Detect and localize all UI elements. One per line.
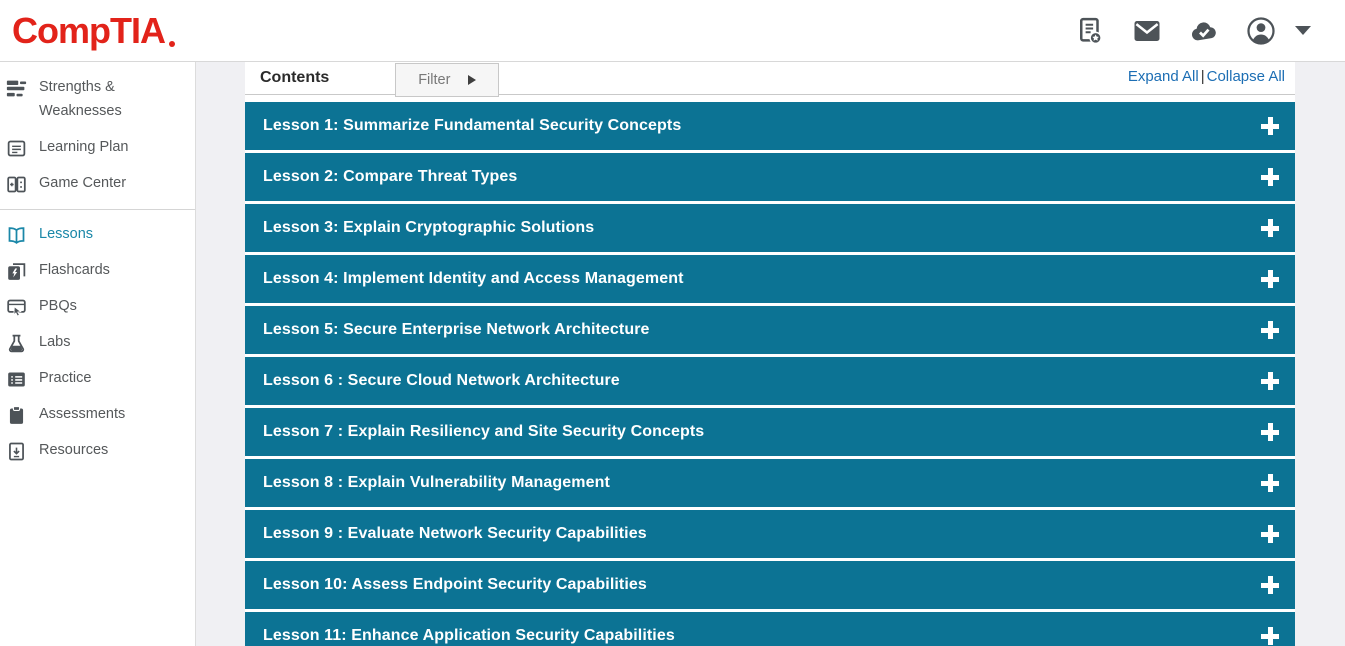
sidebar-item-practice[interactable]: Practice: [0, 361, 195, 397]
lesson-accordion-row[interactable]: Lesson 5: Secure Enterprise Network Arch…: [245, 306, 1295, 354]
page-title: Contents: [260, 69, 329, 87]
caret-right-icon: [468, 75, 476, 85]
sidebar-item-label: Strengths & Weaknesses: [39, 75, 187, 123]
lesson-title: Lesson 3: Explain Cryptographic Solution…: [263, 219, 1261, 237]
lesson-title: Lesson 5: Secure Enterprise Network Arch…: [263, 321, 1261, 339]
lesson-title: Lesson 10: Assess Endpoint Security Capa…: [263, 576, 1261, 594]
plus-icon[interactable]: [1261, 372, 1279, 390]
sidebar-item-label: Game Center: [39, 173, 126, 194]
sidebar-item-label: Flashcards: [39, 260, 110, 281]
sidebar-item-labs[interactable]: Labs: [0, 325, 195, 361]
collapse-all-link[interactable]: Collapse All: [1207, 68, 1285, 85]
sidebar-item-strengths-weaknesses[interactable]: Strengths & Weaknesses: [0, 70, 195, 130]
sidebar-item-label: Learning Plan: [39, 137, 129, 158]
sidebar-nav: Strengths & Weaknesses Learning Plan Gam…: [0, 62, 196, 646]
lesson-accordion-row[interactable]: Lesson 4: Implement Identity and Access …: [245, 255, 1295, 303]
registered-mark: [169, 41, 175, 47]
lessons-accordion: Lesson 1: Summarize Fundamental Security…: [245, 102, 1295, 646]
plus-icon[interactable]: [1261, 627, 1279, 645]
lesson-title: Lesson 11: Enhance Application Security …: [263, 627, 1261, 645]
sidebar-item-game-center[interactable]: Game Center: [0, 166, 195, 202]
mail-icon[interactable]: [1132, 16, 1162, 46]
lesson-accordion-row[interactable]: Lesson 6 : Secure Cloud Network Architec…: [245, 357, 1295, 405]
lesson-accordion-row[interactable]: Lesson 11: Enhance Application Security …: [245, 612, 1295, 646]
filter-button[interactable]: Filter: [395, 63, 499, 97]
plus-icon[interactable]: [1261, 576, 1279, 594]
sidebar-item-label: Assessments: [39, 404, 125, 425]
sidebar-item-assessments[interactable]: Assessments: [0, 397, 195, 433]
expand-all-link[interactable]: Expand All: [1128, 68, 1199, 85]
app-header: CompTIA: [0, 0, 1345, 62]
lesson-accordion-row[interactable]: Lesson 1: Summarize Fundamental Security…: [245, 102, 1295, 150]
pbqs-icon: [6, 297, 27, 318]
plus-icon[interactable]: [1261, 423, 1279, 441]
sidebar-divider: [0, 209, 195, 210]
lesson-accordion-row[interactable]: Lesson 7 : Explain Resiliency and Site S…: [245, 408, 1295, 456]
labs-icon: [6, 333, 27, 354]
page-body: Strengths & Weaknesses Learning Plan Gam…: [0, 62, 1345, 646]
plus-icon[interactable]: [1261, 474, 1279, 492]
sidebar-item-lessons[interactable]: Lessons: [0, 217, 195, 253]
lesson-title: Lesson 4: Implement Identity and Access …: [263, 270, 1261, 288]
strengths-weaknesses-icon: [6, 78, 27, 99]
lesson-title: Lesson 7 : Explain Resiliency and Site S…: [263, 423, 1261, 441]
expand-collapse-links: Expand All | Collapse All: [1128, 68, 1285, 85]
logo-text: CompTIA: [12, 10, 165, 51]
lesson-title: Lesson 9 : Evaluate Network Security Cap…: [263, 525, 1261, 543]
header-icon-group: [1075, 16, 1311, 46]
resources-icon: [6, 441, 27, 462]
report-icon[interactable]: [1075, 16, 1105, 46]
sidebar-item-label: Practice: [39, 368, 91, 389]
sidebar-item-label: PBQs: [39, 296, 77, 317]
plus-icon[interactable]: [1261, 168, 1279, 186]
lesson-accordion-row[interactable]: Lesson 2: Compare Threat Types: [245, 153, 1295, 201]
sidebar-item-resources[interactable]: Resources: [0, 433, 195, 469]
game-center-icon: [6, 174, 27, 195]
plus-icon[interactable]: [1261, 525, 1279, 543]
sidebar-item-label: Labs: [39, 332, 70, 353]
lesson-accordion-row[interactable]: Lesson 10: Assess Endpoint Security Capa…: [245, 561, 1295, 609]
lesson-title: Lesson 6 : Secure Cloud Network Architec…: [263, 372, 1261, 390]
plus-icon[interactable]: [1261, 270, 1279, 288]
main-content: Contents Filter Expand All | Collapse Al…: [245, 62, 1345, 646]
caret-down-icon[interactable]: [1295, 26, 1311, 35]
cloud-check-icon[interactable]: [1189, 16, 1219, 46]
lesson-title: Lesson 1: Summarize Fundamental Security…: [263, 117, 1261, 135]
plus-icon[interactable]: [1261, 117, 1279, 135]
contents-toolbar: Contents Filter Expand All | Collapse Al…: [245, 62, 1295, 95]
comptia-logo[interactable]: CompTIA: [12, 13, 175, 49]
lesson-accordion-row[interactable]: Lesson 9 : Evaluate Network Security Cap…: [245, 510, 1295, 558]
assessments-icon: [6, 405, 27, 426]
plus-icon[interactable]: [1261, 219, 1279, 237]
sidebar-item-learning-plan[interactable]: Learning Plan: [0, 130, 195, 166]
lessons-icon: [6, 225, 27, 246]
lesson-accordion-row[interactable]: Lesson 3: Explain Cryptographic Solution…: [245, 204, 1295, 252]
contents-panel: Contents Filter Expand All | Collapse Al…: [245, 62, 1295, 646]
sidebar-item-label: Resources: [39, 440, 108, 461]
flashcards-icon: [6, 261, 27, 282]
lesson-title: Lesson 2: Compare Threat Types: [263, 168, 1261, 186]
sidebar-item-pbqs[interactable]: PBQs: [0, 289, 195, 325]
learning-plan-icon: [6, 138, 27, 159]
sidebar-item-flashcards[interactable]: Flashcards: [0, 253, 195, 289]
link-separator: |: [1201, 68, 1205, 85]
account-icon[interactable]: [1246, 16, 1276, 46]
lesson-title: Lesson 8 : Explain Vulnerability Managem…: [263, 474, 1261, 492]
practice-icon: [6, 369, 27, 390]
plus-icon[interactable]: [1261, 321, 1279, 339]
content-gutter: [196, 62, 245, 646]
sidebar-item-label: Lessons: [39, 224, 93, 245]
filter-label: Filter: [418, 72, 450, 88]
lesson-accordion-row[interactable]: Lesson 8 : Explain Vulnerability Managem…: [245, 459, 1295, 507]
